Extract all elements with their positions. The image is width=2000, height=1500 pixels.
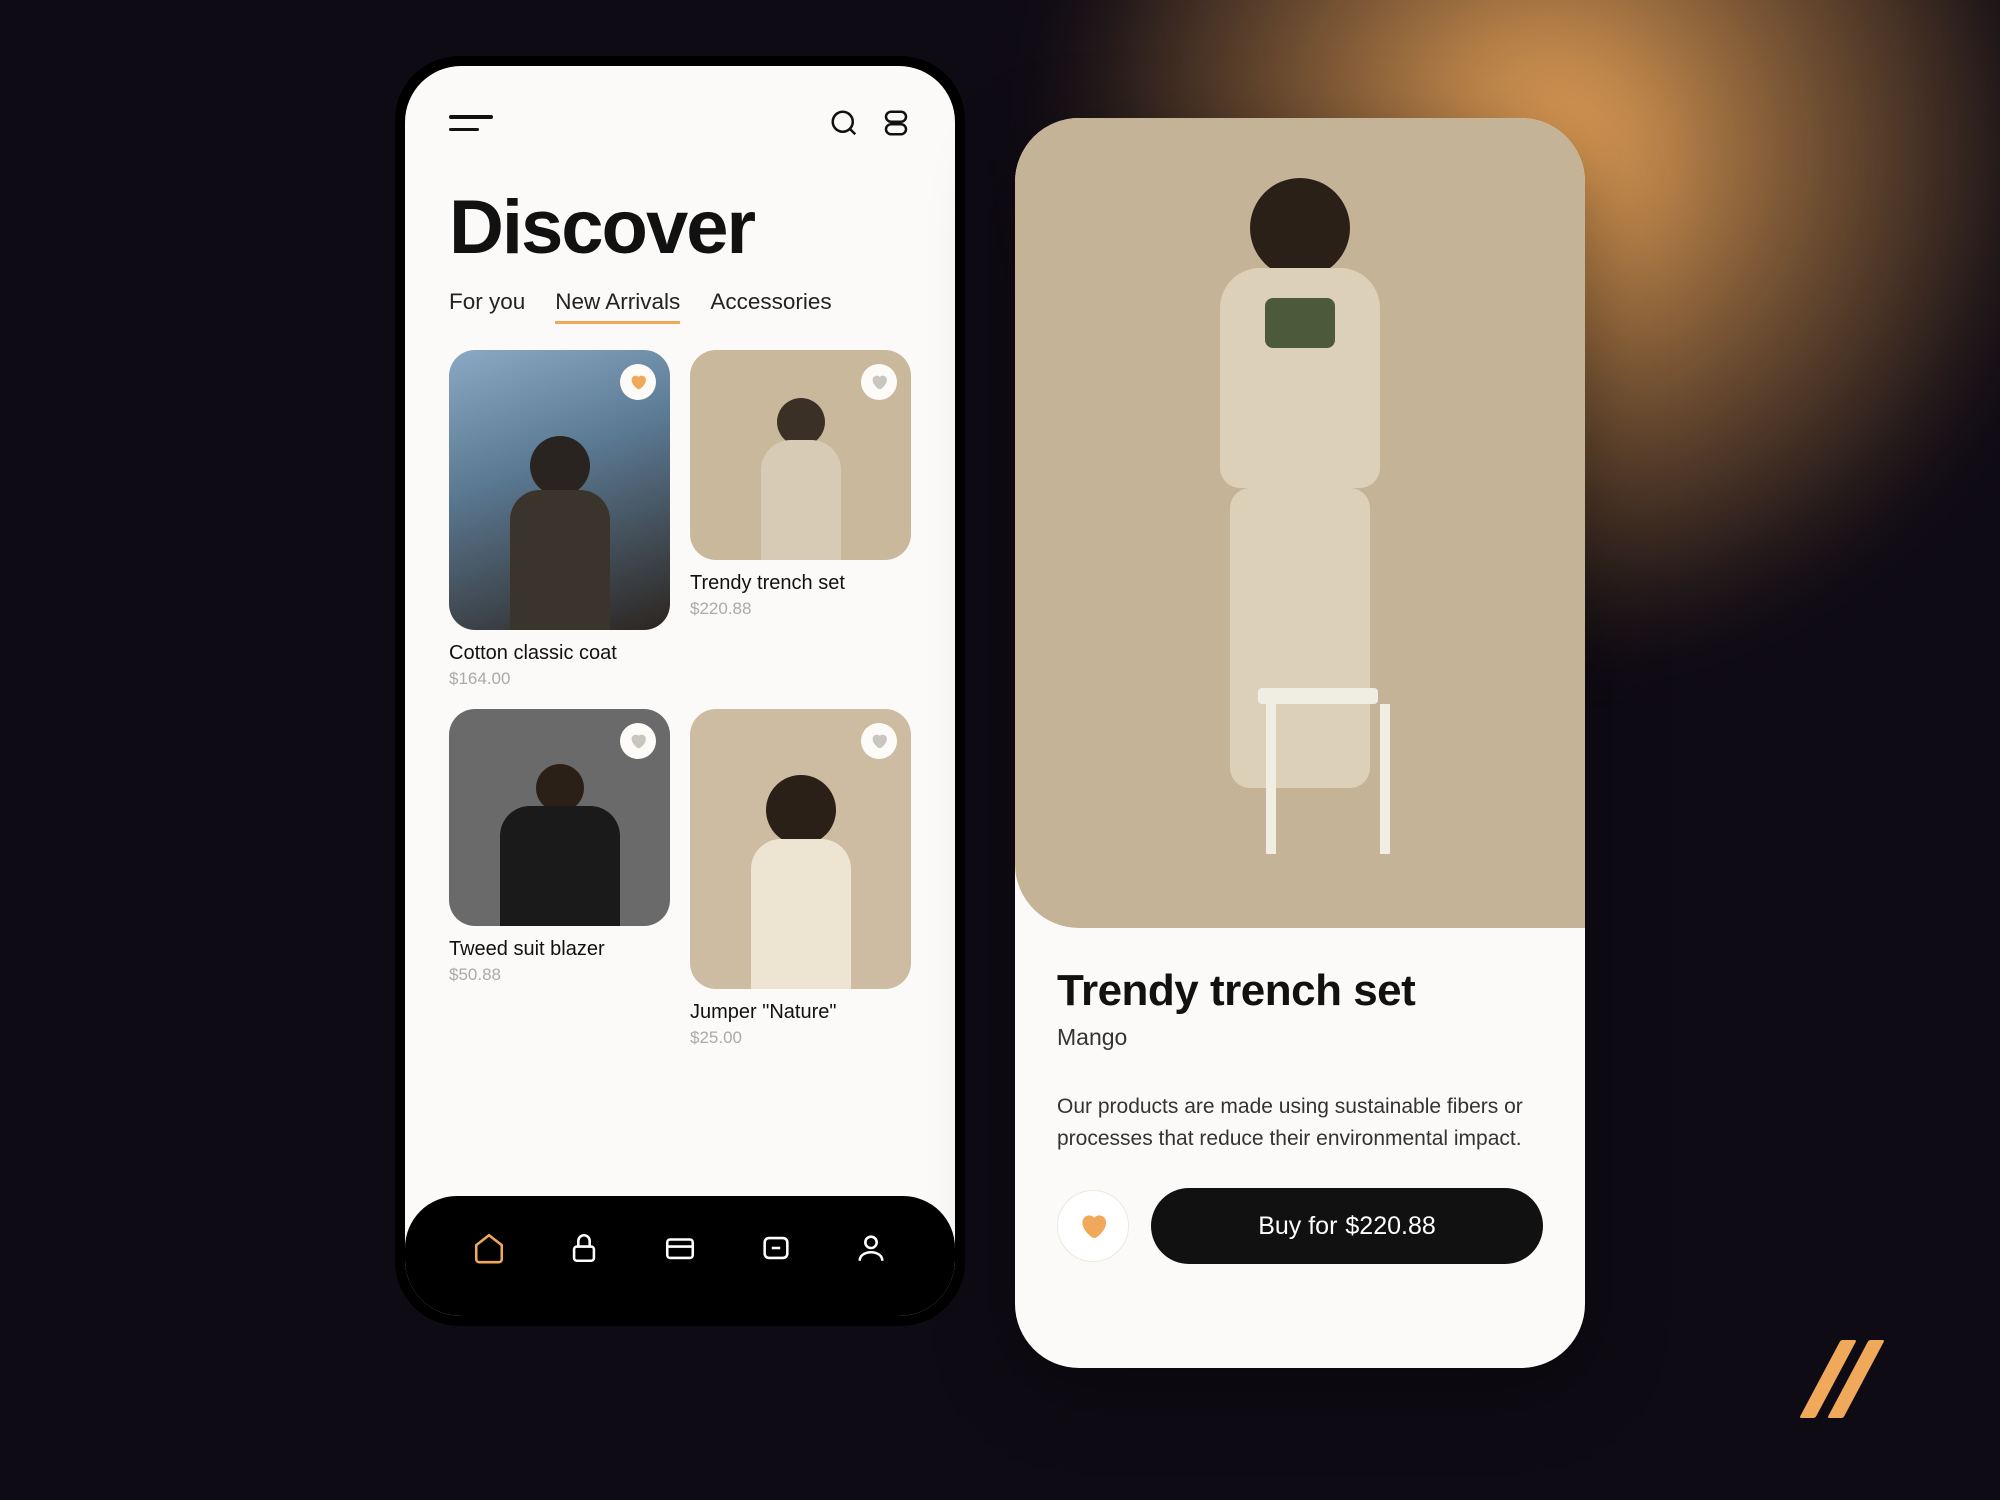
phone-discover-screen: Discover For you New Arrivals Accessorie… [405,66,955,1316]
bottom-nav [405,1196,955,1316]
top-bar-actions [829,108,911,138]
favorite-button[interactable] [1057,1190,1129,1262]
product-detail-info: Trendy trench set Mango Our products are… [1015,928,1585,1154]
brand-logo-mark [1820,1340,1940,1420]
top-bar [405,66,955,138]
product-card[interactable]: Tweed suit blazer $50.88 [449,709,670,985]
product-detail-actions: Buy for $220.88 [1015,1154,1585,1264]
product-card[interactable]: Trendy trench set $220.88 [690,350,911,619]
bag-icon[interactable] [881,108,911,138]
buy-button[interactable]: Buy for $220.88 [1151,1188,1543,1264]
product-price: $50.88 [449,965,670,985]
product-name: Jumper "Nature" [690,1001,911,1024]
product-grid: Cotton classic coat $164.00 Trendy trenc… [405,350,955,1048]
tab-for-you[interactable]: For you [449,289,525,324]
menu-icon[interactable] [449,115,493,131]
product-name: Trendy trench set [690,572,911,595]
nav-home-icon[interactable] [472,1231,506,1265]
product-price: $164.00 [449,669,670,689]
product-detail-brand: Mango [1057,1024,1543,1051]
product-image [449,350,670,630]
category-tabs: For you New Arrivals Accessories [405,289,955,350]
product-card[interactable]: Jumper "Nature" $25.00 [690,709,911,1048]
product-image [449,709,670,926]
product-detail-title: Trendy trench set [1057,966,1543,1016]
product-name: Cotton classic coat [449,642,670,665]
product-name: Tweed suit blazer [449,938,670,961]
buy-button-prefix: Buy for [1258,1212,1337,1241]
page-title: Discover [405,138,955,289]
phone-discover: Discover For you New Arrivals Accessorie… [395,56,965,1326]
nav-chat-icon[interactable] [759,1231,793,1265]
product-image [690,350,911,560]
search-icon[interactable] [829,108,859,138]
phone-detail: Trendy trench set Mango Our products are… [1015,118,1585,1368]
tab-new-arrivals[interactable]: New Arrivals [555,289,680,324]
product-image [690,709,911,989]
nav-card-icon[interactable] [663,1231,697,1265]
favorite-button[interactable] [620,364,656,400]
product-detail-description: Our products are made using sustainable … [1057,1091,1543,1154]
tab-accessories[interactable]: Accessories [710,289,831,324]
product-card[interactable]: Cotton classic coat $164.00 [449,350,670,689]
nav-profile-icon[interactable] [854,1231,888,1265]
nav-lock-icon[interactable] [567,1231,601,1265]
favorite-button[interactable] [861,723,897,759]
product-price: $25.00 [690,1028,911,1048]
buy-button-price: $220.88 [1345,1212,1435,1241]
favorite-button[interactable] [861,364,897,400]
product-price: $220.88 [690,599,911,619]
favorite-button[interactable] [620,723,656,759]
product-detail-image [1015,118,1585,928]
